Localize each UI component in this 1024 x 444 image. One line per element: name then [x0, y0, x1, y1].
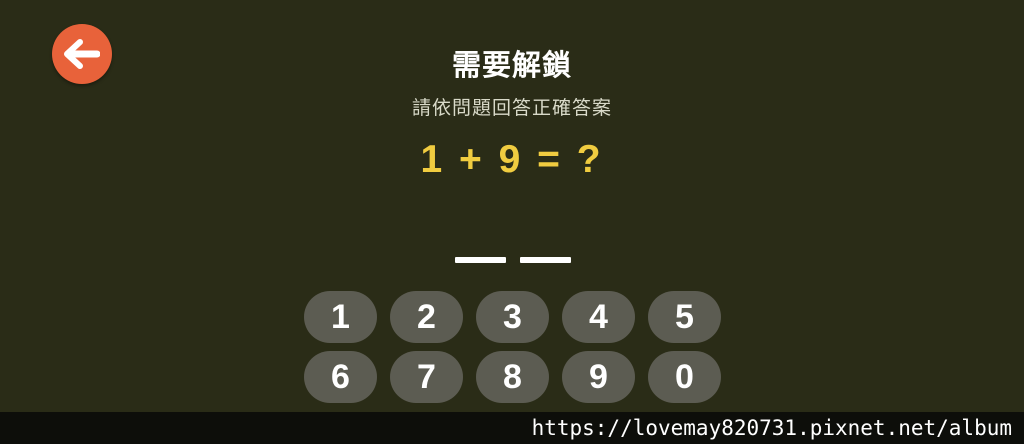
page-title: 需要解鎖 — [451, 48, 572, 82]
key-3[interactable]: 3 — [476, 291, 549, 343]
lock-screen: 需要解鎖 請依問題回答正確答案 1 + 9 = ? 1 2 3 4 5 6 7 … — [0, 0, 1024, 444]
page-subtitle: 請依問題回答正確答案 — [411, 97, 612, 119]
math-question: 1 + 9 = ? — [420, 138, 604, 181]
key-0[interactable]: 0 — [648, 351, 721, 403]
watermark-url: https://lovemay820731.pixnet.net/album — [531, 416, 1012, 440]
key-2[interactable]: 2 — [390, 291, 463, 343]
key-4[interactable]: 4 — [562, 291, 635, 343]
key-1[interactable]: 1 — [304, 291, 377, 343]
answer-slot-1 — [455, 257, 506, 263]
answer-slot-2 — [520, 257, 571, 263]
key-9[interactable]: 9 — [562, 351, 635, 403]
key-7[interactable]: 7 — [390, 351, 463, 403]
answer-slots — [455, 257, 571, 265]
number-keypad: 1 2 3 4 5 6 7 8 9 0 — [304, 291, 722, 403]
key-8[interactable]: 8 — [476, 351, 549, 403]
key-6[interactable]: 6 — [304, 351, 377, 403]
key-5[interactable]: 5 — [648, 291, 721, 343]
